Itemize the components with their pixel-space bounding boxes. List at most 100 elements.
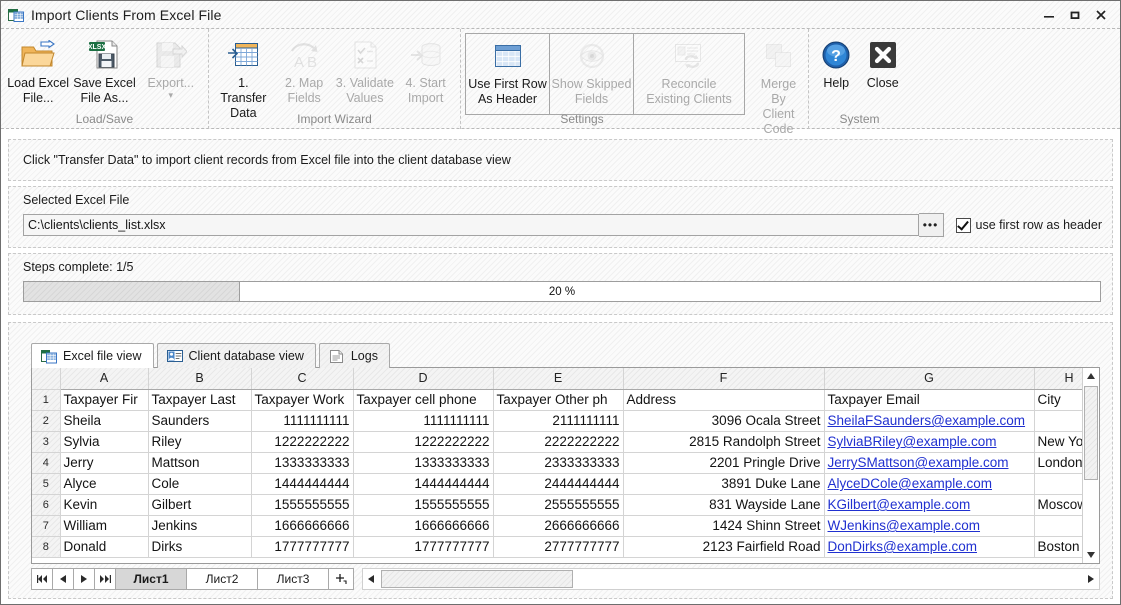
table-row[interactable]: 3 Sylvia Riley 1222222222 1222222222 22222222… bbox=[32, 431, 1099, 453]
table-cell[interactable]: Taxpayer cell phone bbox=[353, 389, 494, 411]
table-cell[interactable]: 1111111111 bbox=[353, 410, 494, 432]
table-cell[interactable]: 1666666666 bbox=[251, 515, 354, 537]
table-cell[interactable]: Taxpayer Email bbox=[824, 389, 1035, 411]
table-cell[interactable]: 1555555555 bbox=[353, 494, 494, 516]
table-cell[interactable]: Gilbert bbox=[148, 494, 252, 516]
column-header-d[interactable]: D bbox=[353, 368, 494, 390]
vertical-scroll-thumb[interactable] bbox=[1084, 386, 1098, 480]
table-cell[interactable]: 1222222222 bbox=[353, 431, 494, 453]
table-cell[interactable]: JerrySMattson@example.com bbox=[824, 452, 1035, 474]
table-cell[interactable]: Taxpayer Other ph bbox=[493, 389, 624, 411]
grid-vertical-scrollbar[interactable] bbox=[1082, 368, 1099, 563]
use-first-row-checkbox[interactable]: use first row as header bbox=[955, 217, 1102, 233]
row-header[interactable]: 6 bbox=[32, 494, 61, 516]
nav-first-sheet-button[interactable] bbox=[31, 568, 52, 590]
table-row[interactable]: 7 William Jenkins 1666666666 1666666666 26666… bbox=[32, 515, 1099, 537]
table-cell[interactable]: Kevin bbox=[60, 494, 149, 516]
table-cell[interactable]: 2333333333 bbox=[493, 452, 624, 474]
table-cell[interactable]: Taxpayer Last bbox=[148, 389, 252, 411]
table-cell[interactable]: 1333333333 bbox=[251, 452, 354, 474]
close-ribbon-button[interactable]: Close bbox=[860, 32, 907, 110]
table-cell[interactable]: Saunders bbox=[148, 410, 252, 432]
column-header-b[interactable]: B bbox=[148, 368, 252, 390]
table-cell[interactable]: 1424 Shinn Street bbox=[623, 515, 825, 537]
table-row[interactable]: 4 Jerry Mattson 1333333333 1333333333 2333333… bbox=[32, 452, 1099, 474]
tab-excel-file-view[interactable]: Excel file view bbox=[31, 343, 154, 368]
scroll-left-arrow-icon[interactable] bbox=[363, 569, 379, 589]
table-cell[interactable]: 1333333333 bbox=[353, 452, 494, 474]
table-cell[interactable]: Jenkins bbox=[148, 515, 252, 537]
table-cell[interactable]: 1444444444 bbox=[353, 473, 494, 495]
table-row[interactable]: 2 Sheila Saunders 1111111111 1111111111 21111… bbox=[32, 410, 1099, 432]
table-cell[interactable]: 1222222222 bbox=[251, 431, 354, 453]
nav-prev-sheet-button[interactable] bbox=[52, 568, 73, 590]
table-cell[interactable]: 1666666666 bbox=[353, 515, 494, 537]
row-header[interactable]: 2 bbox=[32, 410, 61, 432]
table-cell[interactable]: 2111111111 bbox=[493, 410, 624, 432]
table-row[interactable]: 6 Kevin Gilbert 1555555555 1555555555 2555555… bbox=[32, 494, 1099, 516]
show-skipped-fields-button[interactable]: Show Skipped Fields bbox=[550, 34, 634, 114]
table-cell[interactable]: Alyce bbox=[60, 473, 149, 495]
table-row[interactable]: 5 Alyce Cole 1444444444 1444444444 2444444444… bbox=[32, 473, 1099, 495]
file-path-input[interactable] bbox=[23, 214, 919, 236]
scroll-up-arrow-icon[interactable] bbox=[1083, 368, 1099, 384]
scroll-right-arrow-icon[interactable] bbox=[1083, 569, 1099, 589]
column-header-a[interactable]: A bbox=[60, 368, 149, 390]
add-sheet-button[interactable] bbox=[328, 568, 354, 590]
table-row[interactable]: 1 Taxpayer Fir Taxpayer Last Taxpayer Work T… bbox=[32, 389, 1099, 411]
table-cell[interactable]: 3891 Duke Lane bbox=[623, 473, 825, 495]
help-button[interactable]: ? Help bbox=[813, 32, 860, 110]
table-cell[interactable]: Jerry bbox=[60, 452, 149, 474]
table-cell[interactable]: 2222222222 bbox=[493, 431, 624, 453]
sheet-tab-1[interactable]: Лист1 bbox=[115, 568, 186, 590]
table-cell[interactable]: 2444444444 bbox=[493, 473, 624, 495]
tab-logs[interactable]: Logs bbox=[318, 343, 390, 368]
table-cell[interactable]: William bbox=[60, 515, 149, 537]
minimize-button[interactable] bbox=[1036, 5, 1062, 25]
table-cell[interactable]: Taxpayer Fir bbox=[60, 389, 149, 411]
table-cell[interactable]: 1444444444 bbox=[251, 473, 354, 495]
table-row[interactable]: 8 Donald Dirks 1777777777 1777777777 27777777… bbox=[32, 536, 1099, 558]
row-header[interactable]: 7 bbox=[32, 515, 61, 537]
sheet-tab-2[interactable]: Лист2 bbox=[186, 568, 257, 590]
table-cell[interactable]: Cole bbox=[148, 473, 252, 495]
table-cell[interactable]: SylviaBRiley@example.com bbox=[824, 431, 1035, 453]
table-cell[interactable]: Dirks bbox=[148, 536, 252, 558]
table-cell[interactable]: Address bbox=[623, 389, 825, 411]
transfer-data-button[interactable]: 1. Transfer Data bbox=[213, 32, 274, 122]
sheet-tab-3[interactable]: Лист3 bbox=[257, 568, 328, 590]
validate-values-button[interactable]: 3. Validate Values bbox=[335, 32, 396, 110]
nav-last-sheet-button[interactable] bbox=[94, 568, 115, 590]
table-cell[interactable]: DonDirks@example.com bbox=[824, 536, 1035, 558]
table-cell[interactable]: 2777777777 bbox=[493, 536, 624, 558]
grid-corner[interactable] bbox=[32, 368, 61, 390]
start-import-button[interactable]: 4. Start Import bbox=[395, 32, 456, 110]
row-header[interactable]: 3 bbox=[32, 431, 61, 453]
table-cell[interactable]: AlyceDCole@example.com bbox=[824, 473, 1035, 495]
grid-horizontal-scrollbar[interactable] bbox=[362, 568, 1100, 590]
row-header[interactable]: 8 bbox=[32, 536, 61, 558]
table-cell[interactable]: 2666666666 bbox=[493, 515, 624, 537]
table-cell[interactable]: Mattson bbox=[148, 452, 252, 474]
table-cell[interactable]: KGilbert@example.com bbox=[824, 494, 1035, 516]
export-dropdown-arrow[interactable]: ▾ bbox=[169, 91, 174, 100]
scroll-down-arrow-icon[interactable] bbox=[1083, 547, 1099, 563]
table-cell[interactable]: Sheila bbox=[60, 410, 149, 432]
table-cell[interactable]: 3096 Ocala Street bbox=[623, 410, 825, 432]
browse-file-button[interactable]: ••• bbox=[918, 213, 944, 237]
row-header[interactable]: 4 bbox=[32, 452, 61, 474]
table-cell[interactable]: Sylvia bbox=[60, 431, 149, 453]
column-header-e[interactable]: E bbox=[493, 368, 624, 390]
load-excel-file-button[interactable]: Load Excel File... bbox=[5, 32, 71, 110]
table-cell[interactable]: Riley bbox=[148, 431, 252, 453]
table-cell[interactable]: Taxpayer Work bbox=[251, 389, 354, 411]
table-cell[interactable]: 1777777777 bbox=[251, 536, 354, 558]
table-cell[interactable]: Donald bbox=[60, 536, 149, 558]
table-cell[interactable]: 2201 Pringle Drive bbox=[623, 452, 825, 474]
save-excel-file-as-button[interactable]: XLSX Save Excel File As... bbox=[71, 32, 137, 110]
close-button[interactable] bbox=[1088, 5, 1114, 25]
column-header-g[interactable]: G bbox=[824, 368, 1035, 390]
table-cell[interactable]: 1555555555 bbox=[251, 494, 354, 516]
horizontal-scroll-thumb[interactable] bbox=[381, 570, 573, 588]
row-header[interactable]: 5 bbox=[32, 473, 61, 495]
